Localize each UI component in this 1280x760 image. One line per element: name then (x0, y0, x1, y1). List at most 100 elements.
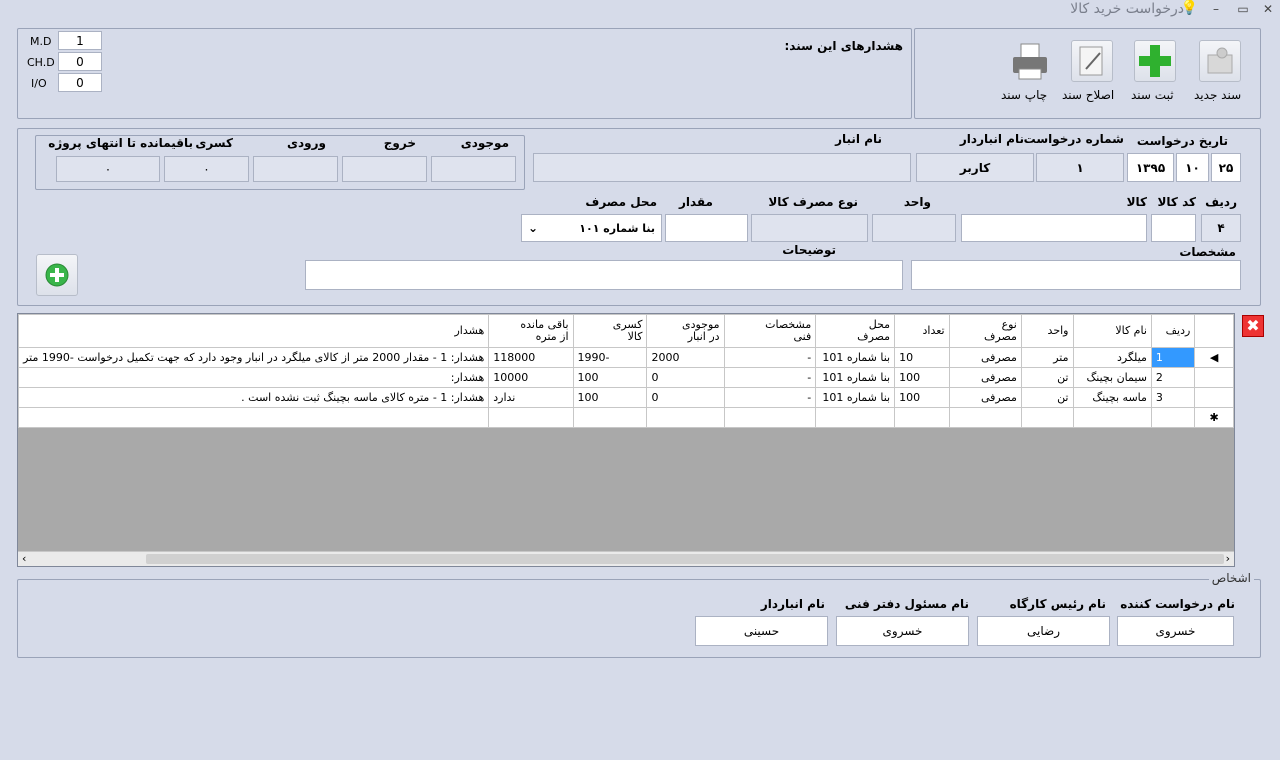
site-head-field[interactable]: رضایی (977, 616, 1110, 646)
table-cell[interactable]: مصرفی (948, 367, 1022, 388)
storekeeper-field[interactable]: کاربر (916, 153, 1034, 182)
table-cell[interactable]: - (723, 387, 817, 408)
location-select[interactable]: ⌄ بنا شماره ۱۰۱ (521, 214, 662, 242)
date-month[interactable]: ۱۰ (1176, 153, 1209, 182)
col-header[interactable]: نوع مصرف (948, 314, 1022, 348)
table-cell[interactable]: مصرفی (948, 387, 1022, 408)
col-header[interactable]: موجودی در انبار (646, 314, 725, 348)
scroll-thumb[interactable] (146, 554, 1224, 564)
table-cell[interactable]: - (723, 347, 817, 368)
person-storekeeper-field[interactable]: حسینی (695, 616, 828, 646)
col-header[interactable]: هشدار (18, 314, 490, 348)
edit-doc-button[interactable] (1071, 40, 1113, 82)
current-row-arrow-icon[interactable]: ◀ (1194, 347, 1234, 368)
table-cell[interactable]: 10 (894, 347, 950, 368)
table-cell[interactable] (1020, 407, 1074, 428)
col-header[interactable]: کسری کالا (572, 314, 648, 348)
table-cell[interactable]: هشدار: (18, 367, 490, 388)
requester-field[interactable]: خسروی (1117, 616, 1234, 646)
code-field[interactable] (1151, 214, 1196, 242)
remaining-field[interactable]: ۰ (56, 156, 160, 182)
table-cell[interactable]: میلگرد (1072, 347, 1152, 368)
row-indicator[interactable] (1194, 367, 1234, 388)
table-cell[interactable]: - (723, 367, 817, 388)
description-field[interactable] (305, 260, 903, 290)
table-cell[interactable] (723, 407, 817, 428)
table-cell[interactable]: 2 (1150, 367, 1196, 388)
table-cell[interactable] (948, 407, 1022, 428)
minimize-icon[interactable]: – (1206, 2, 1226, 18)
table-cell[interactable]: تن (1020, 367, 1074, 388)
specs-field[interactable] (911, 260, 1241, 290)
entry-field[interactable] (253, 156, 338, 182)
table-cell[interactable]: 100 (894, 387, 950, 408)
table-cell[interactable]: 3 (1150, 387, 1196, 408)
table-cell[interactable]: بنا شماره 101 (815, 387, 896, 408)
table-cell[interactable]: 0 (646, 387, 725, 408)
register-doc-button[interactable] (1134, 40, 1176, 82)
warehouse-field[interactable] (533, 153, 911, 182)
restore-icon[interactable]: ▭ (1233, 2, 1253, 18)
table-cell[interactable]: بنا شماره 101 (815, 347, 896, 368)
print-doc-button[interactable] (1008, 40, 1050, 82)
col-header[interactable]: واحد (1020, 314, 1074, 348)
table-cell[interactable]: 118000 (488, 347, 574, 368)
table-cell[interactable] (488, 407, 574, 428)
item-field[interactable] (961, 214, 1147, 242)
row-indicator[interactable] (1194, 387, 1234, 408)
table-row[interactable]: ◀ 1 میلگرد متر مصرفی 10 بنا شماره 101-2000 -199… (18, 347, 1234, 368)
horizontal-scrollbar[interactable]: ‹ › (18, 551, 1234, 566)
quantity-field[interactable] (665, 214, 748, 242)
unit-field[interactable] (872, 214, 956, 242)
new-row-asterisk-icon[interactable]: ✱ (1194, 407, 1234, 428)
table-cell[interactable]: -1990 (572, 347, 648, 368)
exit-field[interactable] (342, 156, 427, 182)
col-header[interactable]: باقی مانده از متره (488, 314, 574, 348)
delete-row-icon[interactable]: ✖ (1242, 315, 1264, 337)
usage-type-field[interactable] (751, 214, 868, 242)
table-cell[interactable]: 100 (572, 367, 648, 388)
table-cell[interactable]: 1 (1150, 347, 1196, 368)
table-cell[interactable]: 10000 (488, 367, 574, 388)
table-cell[interactable] (894, 407, 950, 428)
table-cell[interactable] (1072, 407, 1152, 428)
col-header[interactable]: تعداد (894, 314, 950, 348)
table-cell[interactable] (18, 407, 490, 428)
col-header[interactable]: محل مصرف (815, 314, 896, 348)
new-doc-button[interactable] (1199, 40, 1241, 82)
table-cell[interactable] (572, 407, 648, 428)
table-cell[interactable]: مصرفی (948, 347, 1022, 368)
table-cell[interactable] (646, 407, 725, 428)
col-header[interactable]: مشخصات فنی (723, 314, 817, 348)
date-day[interactable]: ۲۵ (1211, 153, 1241, 182)
inventory-field[interactable] (431, 156, 516, 182)
table-cell[interactable]: ندارد (488, 387, 574, 408)
table-cell[interactable]: بنا شماره 101 (815, 367, 896, 388)
shortage-field[interactable]: ۰ (164, 156, 249, 182)
table-cell[interactable]: ماسه بچینگ (1072, 387, 1152, 408)
table-cell[interactable]: تن (1020, 387, 1074, 408)
scroll-left-icon[interactable]: ‹ (22, 552, 26, 565)
table-row[interactable]: 2 سیمان بچینگ تن مصرفی 100 بنا شماره 101-0 100… (18, 367, 1234, 388)
col-header[interactable]: ردیف (1150, 314, 1196, 348)
table-cell[interactable]: هشدار: 1 - متره کالای ماسه بچینگ ثبت نشد… (18, 387, 490, 408)
table-cell[interactable]: هشدار: 1 - مقدار 2000 متر از کالای میلگر… (18, 347, 490, 368)
table-cell[interactable]: 100 (894, 367, 950, 388)
col-header[interactable]: نام کالا (1072, 314, 1152, 348)
table-cell[interactable]: 100 (572, 387, 648, 408)
tech-office-field[interactable]: خسروی (836, 616, 969, 646)
table-cell[interactable] (815, 407, 896, 428)
row-field[interactable]: ۴ (1201, 214, 1241, 242)
scroll-right-icon[interactable]: › (1226, 552, 1230, 565)
table-cell[interactable]: سیمان بچینگ (1072, 367, 1152, 388)
table-cell[interactable]: متر (1020, 347, 1074, 368)
new-row[interactable]: ✱ (18, 407, 1234, 428)
request-number-field[interactable]: ۱ (1036, 153, 1124, 182)
table-row[interactable]: 3 ماسه بچینگ تن مصرفی 100 بنا شماره 101-0 100 ن… (18, 387, 1234, 408)
table-cell[interactable]: 2000 (646, 347, 725, 368)
table-cell[interactable] (1150, 407, 1196, 428)
close-icon[interactable]: ✕ (1258, 2, 1278, 18)
date-year[interactable]: ۱۳۹۵ (1127, 153, 1174, 182)
table-cell[interactable]: 0 (646, 367, 725, 388)
add-item-button[interactable] (36, 254, 78, 296)
